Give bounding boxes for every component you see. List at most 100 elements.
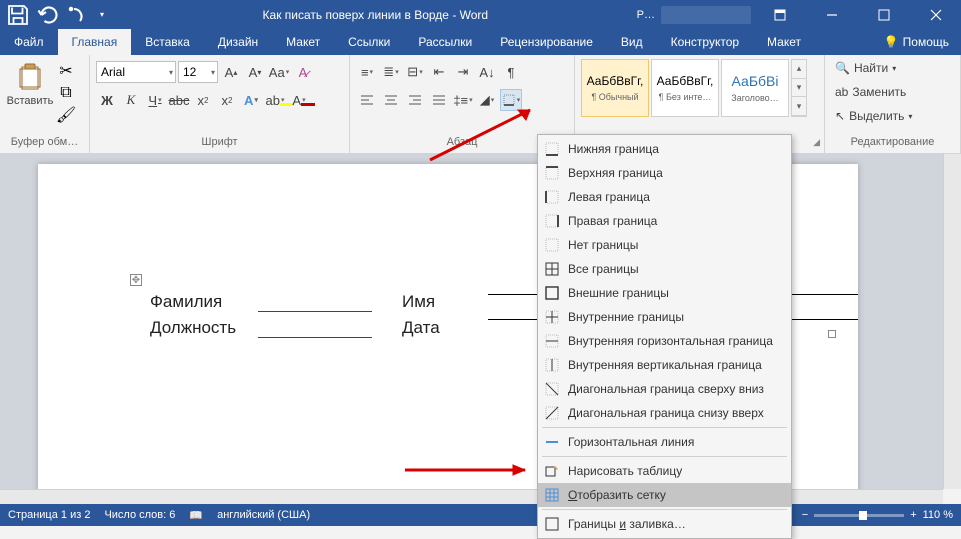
strikethrough-button[interactable]: abc [168,89,190,111]
cut-button[interactable]: ✂ [56,61,76,81]
tell-me[interactable]: 💡 Помощь [872,29,961,55]
sort-button[interactable]: A↓ [476,61,498,83]
styles-dialog-launcher[interactable]: ◢ [813,137,820,148]
user-box[interactable] [661,6,751,24]
style-no-spacing[interactable]: АаБбВвГг, ¶ Без инте… [651,59,719,117]
menu-right-border[interactable]: Правая граница [538,209,791,233]
menu-view-gridlines[interactable]: Отобразить сетку [538,483,791,507]
tab-references[interactable]: Ссылки [334,29,404,55]
increase-indent-button[interactable]: ⇥ [452,61,474,83]
select-button[interactable]: ↖Выделить▾ [831,105,916,127]
status-words[interactable]: Число слов: 6 [104,509,175,521]
menu-no-border[interactable]: Нет границы [538,233,791,257]
change-case-button[interactable]: Aa▾ [268,61,290,83]
subscript-button[interactable]: x2 [192,89,214,111]
menu-horizontal-line[interactable]: Горизонтальная линия [538,430,791,454]
label-date[interactable]: Дата [402,318,450,338]
copy-button[interactable]: ⧉ [56,83,76,103]
undo-button[interactable] [34,3,58,27]
table-resize-handle[interactable] [828,330,836,338]
menu-draw-table[interactable]: Нарисовать таблицу [538,459,791,483]
save-button[interactable] [6,3,30,27]
tab-insert[interactable]: Вставка [131,29,204,55]
zoom-level[interactable]: 110 % [923,509,953,521]
font-color-button[interactable]: A▾ [288,89,310,111]
text-effects-button[interactable]: A▾ [240,89,262,111]
table-move-handle[interactable]: ✥ [130,274,142,286]
borders-dropdown: Нижняя граница Верхняя граница Левая гра… [537,134,792,539]
menu-inner-horizontal[interactable]: Внутренняя горизонтальная граница [538,329,791,353]
menu-inner-vertical[interactable]: Внутренняя вертикальная граница [538,353,791,377]
styles-down[interactable]: ▾ [792,79,806,98]
tab-home[interactable]: Главная [58,29,132,55]
bold-button[interactable]: Ж [96,89,118,111]
menu-diagonal-up[interactable]: Диагональная граница снизу вверх [538,401,791,425]
annotation-arrow-1 [420,100,550,170]
align-center-button[interactable] [380,89,402,111]
menu-item-label: Нет границы [568,238,638,252]
tab-file[interactable]: Файл [0,29,58,55]
tab-layout2[interactable]: Макет [753,29,815,55]
show-marks-button[interactable]: ¶ [500,61,522,83]
redo-button[interactable] [62,3,86,27]
tab-review[interactable]: Рецензирование [486,29,607,55]
highlight-button[interactable]: ab▾ [264,89,286,111]
find-button[interactable]: 🔍Найти▾ [831,57,900,79]
tab-mailings[interactable]: Рассылки [404,29,486,55]
status-page[interactable]: Страница 1 из 2 [8,509,90,521]
qat-customize[interactable]: ▾ [90,3,114,27]
tab-design[interactable]: Дизайн [204,29,272,55]
menu-bottom-border[interactable]: Нижняя граница [538,137,791,161]
status-language[interactable]: английский (США) [217,509,310,521]
style-heading1[interactable]: АаБбВі Заголово… [721,59,789,117]
menu-grid-rest: тобразить сетку [577,488,666,502]
replace-button[interactable]: abЗаменить [831,81,910,103]
vertical-scrollbar[interactable] [943,154,961,489]
font-name-combo[interactable]: Arial▾ [96,61,176,83]
underline-button[interactable]: Ч▾ [144,89,166,111]
label-surname[interactable]: Фамилия [150,292,258,312]
styles-up[interactable]: ▴ [792,60,806,79]
paste-button[interactable]: Вставить [6,57,54,107]
horizontal-scrollbar[interactable] [0,489,943,504]
style-normal[interactable]: АаБбВвГг, ¶ Обычный [581,59,649,117]
tab-layout[interactable]: Макет [272,29,334,55]
align-left-button[interactable] [356,89,378,111]
clear-formatting-button[interactable]: A̷ [292,61,314,83]
tab-view[interactable]: Вид [607,29,657,55]
close-button[interactable] [913,0,959,29]
status-proofing-icon[interactable]: 📖 [189,509,203,522]
format-painter-button[interactable]: 🖌 [56,105,76,125]
label-name[interactable]: Имя [402,292,450,312]
bullets-button[interactable]: ≡▾ [356,61,378,83]
field-surname[interactable] [258,311,372,312]
zoom-slider[interactable] [814,514,904,517]
zoom-out[interactable]: − [802,509,808,521]
label-position[interactable]: Должность [150,318,258,338]
menu-left-border[interactable]: Левая граница [538,185,791,209]
italic-button[interactable]: К [120,89,142,111]
menu-borders-shading[interactable]: Границы и заливка… [538,512,791,536]
menu-diagonal-down[interactable]: Диагональная граница сверху вниз [538,377,791,401]
shrink-font-button[interactable]: A▾ [244,61,266,83]
menu-all-borders[interactable]: Все границы [538,257,791,281]
multilevel-list-button[interactable]: ⊟▾ [404,61,426,83]
menu-outside-borders[interactable]: Внешние границы [538,281,791,305]
superscript-button[interactable]: x2 [216,89,238,111]
menu-top-border[interactable]: Верхняя граница [538,161,791,185]
decrease-indent-button[interactable]: ⇤ [428,61,450,83]
font-size-combo[interactable]: 12▾ [178,61,218,83]
numbering-button[interactable]: ≣▾ [380,61,402,83]
styles-more[interactable]: ▾ [792,97,806,116]
zoom-in[interactable]: + [910,509,916,521]
tab-constructor[interactable]: Конструктор [657,29,753,55]
editing-group-label: Редактирование [831,136,954,153]
field-position[interactable] [258,337,372,338]
ribbon-display-options[interactable] [757,0,803,29]
minimize-button[interactable] [809,0,855,29]
grow-font-button[interactable]: A▴ [220,61,242,83]
maximize-button[interactable] [861,0,907,29]
menu-inside-borders[interactable]: Внутренние границы [538,305,791,329]
border-inside-icon [544,309,560,325]
window-title: Как писать поверх линии в Ворде - Word [114,8,637,22]
